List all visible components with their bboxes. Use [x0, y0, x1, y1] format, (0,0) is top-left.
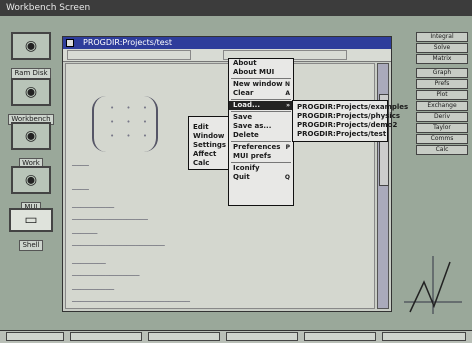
drawer-work[interactable]: ◉ Work [4, 122, 58, 169]
menu-item-settings[interactable]: Settings [189, 141, 229, 150]
matrix-row: • • • [110, 118, 152, 126]
menu-item-iconify[interactable]: Iconify [229, 164, 293, 173]
right-button[interactable]: Deriv [416, 112, 468, 122]
menu-item-delete[interactable]: Delete [229, 131, 293, 140]
menu-separator [231, 162, 291, 163]
disk-icon: ◉ [11, 78, 51, 106]
worksheet-line: ──── [72, 186, 89, 194]
right-button[interactable]: Matrix [416, 54, 468, 64]
drawer-workbench[interactable]: ◉ Workbench [4, 78, 58, 125]
menu-item-load[interactable]: Load...» [229, 101, 293, 110]
menu-item-save-as[interactable]: Save as... [229, 122, 293, 131]
worksheet-line: ────────────────── [72, 216, 148, 224]
worksheet-line: ──── [72, 162, 89, 170]
menu-separator [231, 141, 291, 142]
submenu-item[interactable]: PROGDIR:Projects/demo2 [293, 121, 397, 130]
disk-icon: ◉ [11, 32, 51, 60]
menu-separator [231, 111, 291, 112]
right-button[interactable]: Solve [416, 43, 468, 53]
right-button[interactable]: Comms [416, 134, 468, 144]
menu-item-window[interactable]: Window [189, 132, 229, 141]
menu-item-mui-prefs[interactable]: MUI prefs [229, 152, 293, 161]
plot-preview-icon [404, 256, 462, 314]
menu-item-preferences[interactable]: Preferences P [229, 143, 293, 152]
menu-separator [231, 78, 291, 79]
task-button[interactable] [382, 332, 466, 341]
menu-item-about[interactable]: About [229, 59, 293, 68]
menu-item-save[interactable]: Save [229, 113, 293, 122]
menu-item-calc[interactable]: Calc [189, 159, 229, 168]
task-button[interactable] [304, 332, 376, 341]
submenu-item[interactable]: PROGDIR:Projects/test [293, 130, 387, 139]
window-title: PROGDIR:Projects/test [83, 38, 173, 47]
right-button[interactable]: Taylor [416, 123, 468, 133]
taskbar [0, 330, 472, 343]
drawer-shell[interactable]: ▭ Shell [4, 208, 58, 251]
close-gadget-icon[interactable] [66, 39, 74, 47]
workbench-desktop: ◉ Ram Disk ◉ Workbench ◉ Work ◉ MUI ▭ Sh… [0, 16, 472, 342]
menu-item-about-mui[interactable]: About MUI [229, 68, 293, 77]
menu-strip: Edit Window Settings Affect Calc [188, 116, 230, 170]
shell-icon: ▭ [9, 208, 53, 232]
window-titlebar[interactable]: PROGDIR:Projects/test [63, 37, 391, 49]
shortcut-label: A [285, 90, 290, 97]
matrix-row: • • • [110, 132, 152, 140]
right-button[interactable]: Integral [416, 32, 468, 42]
drawer-label: Shell [19, 240, 43, 251]
drawer-mui[interactable]: ◉ MUI [4, 166, 58, 213]
window-infobar [63, 49, 391, 62]
screen-title: Workbench Screen [6, 3, 91, 13]
submenu-item[interactable]: PROGDIR:Projects/physics [293, 112, 400, 121]
menu-separator [231, 99, 291, 100]
disk-icon: ◉ [11, 166, 51, 194]
worksheet-line: ────── [72, 230, 98, 238]
drawer-ram-disk[interactable]: ◉ Ram Disk [4, 32, 58, 79]
project-window[interactable]: PROGDIR:Projects/test • • • • • • • • • … [62, 36, 392, 312]
worksheet-line: ──────────────── [72, 272, 140, 280]
submenu-item[interactable]: PROGDIR:Projects/examples [293, 103, 408, 112]
menu-item-clear[interactable]: Clear A [229, 89, 293, 98]
right-button[interactable]: Calc [416, 145, 468, 155]
menu-item-affect[interactable]: Affect [189, 150, 229, 159]
project-menu: About About MUI New window N Clear A Load.… [228, 58, 294, 206]
worksheet-line: ────────────────────── [72, 242, 165, 250]
task-button[interactable] [70, 332, 142, 341]
task-button[interactable] [6, 332, 64, 341]
worksheet-line: ────────── [72, 286, 115, 294]
shortcut-label: Q [284, 174, 290, 181]
task-button[interactable] [148, 332, 220, 341]
shortcut-label: N [284, 81, 290, 88]
shortcut-label: P [285, 144, 290, 151]
menu-item-quit[interactable]: Quit Q [229, 173, 293, 182]
right-button[interactable]: Plot [416, 90, 468, 100]
right-button[interactable]: Prefs [416, 79, 468, 89]
task-button[interactable] [226, 332, 298, 341]
recent-projects-submenu: PROGDIR:Projects/examples PROGDIR:Projec… [292, 100, 408, 142]
right-button[interactable]: Exchange [416, 101, 468, 111]
right-button[interactable]: Graph [416, 68, 468, 78]
menu-item-edit[interactable]: Edit [189, 123, 229, 132]
info-field-left [67, 50, 191, 60]
worksheet-line: ────────── [72, 204, 115, 212]
worksheet-line: ──────── [72, 260, 106, 268]
menu-item-new-window[interactable]: New window N [229, 80, 293, 89]
submenu-arrow-icon: » [286, 102, 290, 109]
worksheet-line: ──────────────────────────── [72, 298, 191, 306]
disk-icon: ◉ [11, 122, 51, 150]
screen-titlebar: Workbench Screen [0, 0, 472, 16]
matrix-row: • • • [110, 104, 152, 112]
